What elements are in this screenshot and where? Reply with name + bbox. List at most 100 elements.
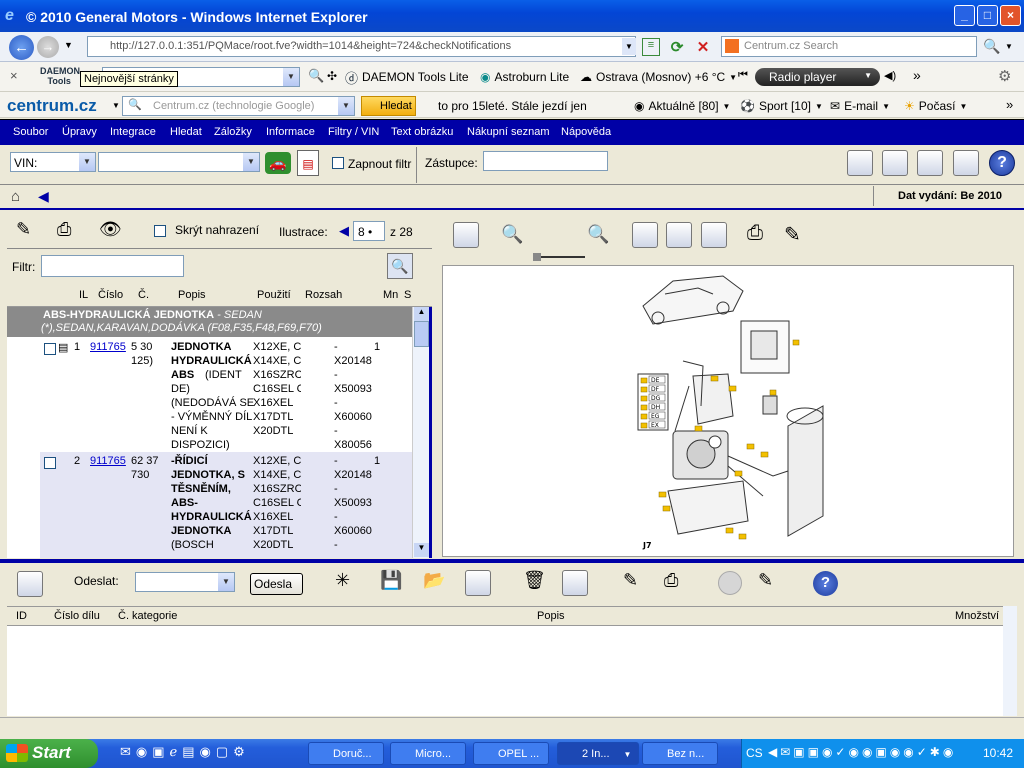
address-bar[interactable]: http://127.0.0.1:351/PQMace/root.fve?wid… [87, 36, 636, 57]
chevron-down-icon[interactable]: ▼ [283, 68, 299, 86]
zoom-area-icon[interactable] [666, 222, 692, 248]
news-ticker[interactable]: to pro 15leté. Stále jezdí jen [438, 96, 587, 116]
email-button[interactable]: ✉ E-mail ▼ [830, 96, 890, 116]
chevron-down-icon[interactable]: ▼ [338, 97, 354, 115]
zoom-slider-thumb[interactable] [533, 253, 541, 261]
menu-integrace[interactable]: Integrace [110, 120, 156, 146]
catalog-icon[interactable] [917, 150, 943, 176]
radio-player[interactable]: Radio player ▼ [755, 68, 880, 86]
zoom-reset-icon[interactable] [701, 222, 727, 248]
scroll-down-icon[interactable]: ▼ [414, 543, 429, 557]
close-button[interactable]: × [1000, 5, 1021, 26]
search-icon[interactable]: 🔍 [308, 68, 324, 84]
print-icon[interactable]: ⎙ [664, 570, 678, 591]
edit-icon[interactable]: ✎ [758, 570, 773, 591]
zoom-out-icon[interactable]: 🔍 [501, 224, 523, 245]
pocasi-button[interactable]: ☀ Počasí ▼ [904, 96, 967, 116]
back-arrow-icon[interactable]: ◀ [38, 188, 49, 205]
language-indicator[interactable]: CS [746, 746, 763, 760]
chevron-down-icon[interactable]: ▼ [112, 101, 120, 110]
daemon-tools-button[interactable]: ⓓ DAEMON Tools Lite [345, 66, 469, 88]
col-cislo[interactable]: Číslo [98, 289, 123, 301]
view-icon[interactable]: 👁 [99, 219, 122, 240]
more-toolbar-icon[interactable]: » [913, 67, 921, 83]
fit-view-icon[interactable] [632, 222, 658, 248]
hide-replaced-checkbox[interactable] [154, 225, 166, 237]
menu-filtry-vin[interactable]: Filtry / VIN [328, 120, 379, 146]
aktualne-button[interactable]: ◉ Aktuálně [80] ▼ [634, 96, 730, 116]
search-doc-icon[interactable] [953, 150, 979, 176]
menu-hledat[interactable]: Hledat [170, 120, 202, 146]
help-icon[interactable]: ? [813, 571, 838, 596]
settings-gear-icon[interactable]: ⚙ [998, 67, 1011, 85]
menu-text-obrazku[interactable]: Text obrázku [391, 120, 453, 146]
menu-napoveda[interactable]: Nápověda [561, 120, 611, 146]
help-icon[interactable]: ? [989, 150, 1015, 176]
exploded-diagram[interactable]: DE DF DG DH EG EX J7 [442, 265, 1014, 557]
open-folder-icon[interactable]: 📂 [423, 570, 445, 591]
history-dropdown-icon[interactable]: ▼ [64, 40, 73, 50]
filter-checkbox[interactable] [332, 157, 344, 169]
chevron-down-icon[interactable]: ▼ [79, 153, 95, 171]
home-icon[interactable]: ⌂ [11, 188, 20, 205]
prev-station-icon[interactable]: ⏮ [738, 69, 748, 82]
filter-input[interactable] [41, 255, 184, 277]
vin-select[interactable]: VIN: ▼ [10, 152, 96, 172]
col-mn[interactable]: Mn [383, 289, 398, 301]
zoom-in-icon[interactable]: 🔍 [587, 224, 609, 245]
tray-icons[interactable]: ◀✉▣▣◉✓◉◉▣◉◉✓✱◉ [768, 745, 956, 759]
search-options-icon[interactable]: ▼ [1005, 42, 1013, 51]
col-description[interactable]: Popis [537, 610, 565, 622]
col-s[interactable]: S [404, 289, 411, 301]
add-item-icon[interactable] [465, 570, 491, 596]
more-toolbar-icon[interactable]: » [1006, 97, 1013, 112]
task-button[interactable]: Doruč... [308, 742, 384, 765]
edit-list-icon[interactable] [562, 570, 588, 596]
refresh-icon[interactable]: ⟳ [668, 38, 686, 56]
forward-button[interactable]: → [37, 36, 59, 58]
parts-scrollbar[interactable]: ▲ ▼ [412, 307, 429, 558]
menu-informace[interactable]: Informace [266, 120, 315, 146]
row-checkbox[interactable] [44, 457, 56, 469]
hledat-button[interactable]: Hledat [361, 96, 416, 116]
scroll-thumb[interactable] [414, 321, 429, 347]
menu-nakupni-seznam[interactable]: Nákupní seznam [467, 120, 550, 146]
scroll-up-icon[interactable]: ▲ [414, 307, 429, 321]
zoom-slider[interactable] [535, 256, 585, 258]
col-pouziti[interactable]: Použití [257, 289, 291, 301]
bookmark-icon[interactable]: ✎ [784, 222, 801, 247]
highlight-icon[interactable]: ✣ [327, 69, 337, 83]
send-button[interactable]: Odesla [250, 573, 303, 595]
print-icon[interactable]: ⎙ [57, 219, 71, 240]
task-button[interactable]: Bez n... [642, 742, 718, 765]
menu-zalozky[interactable]: Záložky [214, 120, 252, 146]
astroburn-button[interactable]: ◉ Astroburn Lite [480, 66, 569, 88]
back-doc-icon[interactable] [847, 150, 873, 176]
menu-upravy[interactable]: Úpravy [62, 120, 97, 146]
task-button-active[interactable]: 2 In... ▼ [557, 742, 639, 765]
col-c[interactable]: Č. [138, 289, 149, 301]
col-id[interactable]: ID [16, 610, 27, 622]
menu-soubor[interactable]: Soubor [13, 120, 48, 146]
col-rozsah[interactable]: Rozsah [305, 289, 342, 301]
stop-icon[interactable]: ✕ [694, 38, 712, 56]
part-number-link[interactable]: 911765 [90, 454, 126, 468]
part-number-link[interactable]: 911765 [90, 340, 126, 354]
col-category[interactable]: Č. kategorie [118, 610, 177, 622]
save-icon[interactable]: 💾 [380, 570, 402, 591]
col-part-number[interactable]: Číslo dílu [54, 610, 100, 622]
fit-page-icon[interactable] [453, 222, 479, 248]
task-button[interactable]: OPEL ... [473, 742, 549, 765]
address-dropdown-icon[interactable]: ▼ [622, 38, 636, 55]
weather-button[interactable]: ☁ Ostrava (Mosnov) +6 °C ▼ [580, 66, 737, 88]
vin-input[interactable]: ▼ [98, 152, 260, 172]
centrum-search-input[interactable]: Centrum.cz (technologie Google) ▼ [122, 96, 355, 116]
quick-launch[interactable]: ✉◉▣ℯ▤◉▢⚙ [120, 744, 250, 760]
vin-doc-icon[interactable]: ▤ [297, 150, 319, 176]
volume-icon[interactable]: ◀) [884, 69, 896, 82]
browser-search-input[interactable]: Centrum.cz Search [721, 36, 977, 57]
col-il[interactable]: IL [79, 289, 88, 301]
illustration-number-input[interactable]: 8 • [353, 221, 385, 241]
close-toolbar-icon[interactable]: × [10, 68, 18, 83]
col-popis[interactable]: Popis [178, 289, 206, 301]
